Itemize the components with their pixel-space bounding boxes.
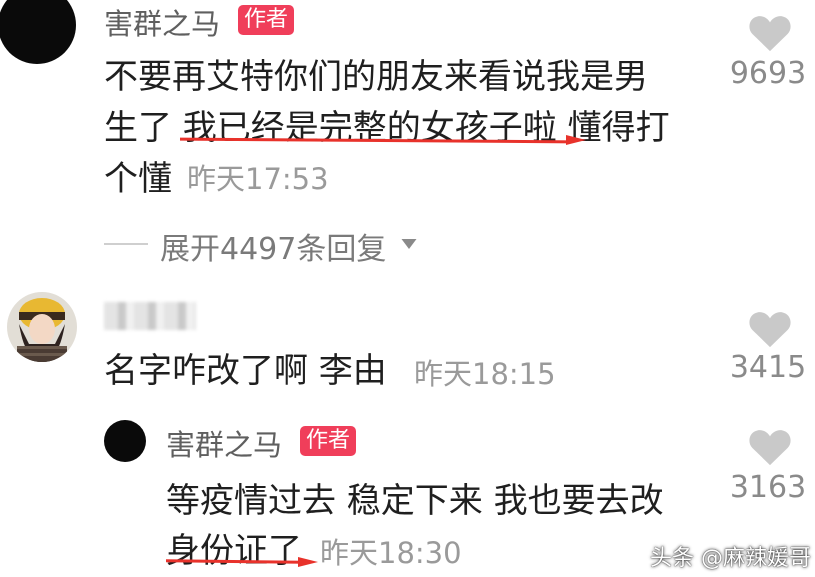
red-arrow-annotation xyxy=(566,135,586,145)
red-arrow-annotation xyxy=(298,557,318,567)
like-count: 3415 xyxy=(729,350,807,385)
user-avatar[interactable] xyxy=(7,292,77,362)
comment-username-blurred[interactable] xyxy=(104,302,196,330)
comment-username[interactable]: 害群之马 xyxy=(104,1,220,43)
reply-text-line: 等疫情过去 稳定下来 我也要去改 xyxy=(166,481,664,521)
expand-replies-link[interactable]: 展开4497条回复 xyxy=(160,224,386,268)
expand-divider xyxy=(104,243,148,245)
heart-icon[interactable] xyxy=(748,310,792,348)
reply-text-line: 身份证了 xyxy=(166,531,302,571)
like-count: 9693 xyxy=(729,56,807,91)
comment-text-line: 个懂 xyxy=(104,159,172,199)
heart-icon[interactable] xyxy=(748,428,792,466)
author-badge: 作者 xyxy=(238,5,295,35)
reply-username[interactable]: 害群之马 xyxy=(166,422,282,464)
author-badge: 作者 xyxy=(300,426,357,456)
comment-time: 昨天18:15 xyxy=(414,357,556,391)
author-avatar[interactable] xyxy=(104,420,146,462)
reply-time: 昨天18:30 xyxy=(320,536,462,570)
comment-text: 名字咋改了啊 李由 xyxy=(104,351,387,391)
watermark: 头条 @麻辣媛哥 xyxy=(650,546,811,571)
comment-time: 昨天17:53 xyxy=(187,162,329,196)
author-avatar[interactable] xyxy=(0,0,76,64)
like-count: 3163 xyxy=(729,470,807,505)
chevron-down-icon[interactable] xyxy=(401,239,417,249)
comment-text-line: 不要再艾特你们的朋友来看说我是男 xyxy=(104,57,648,97)
heart-icon[interactable] xyxy=(748,14,792,52)
